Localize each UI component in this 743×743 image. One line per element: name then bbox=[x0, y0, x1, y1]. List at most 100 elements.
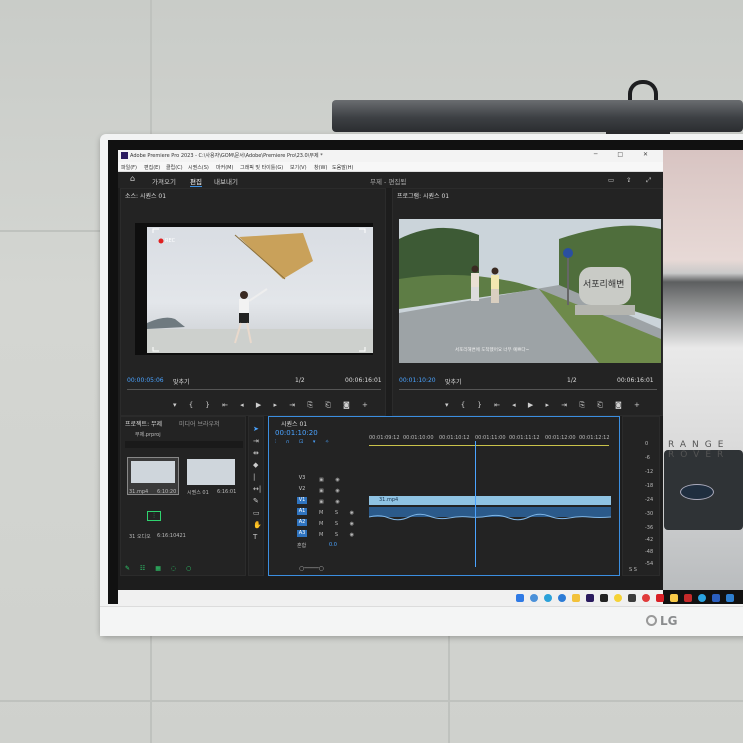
track-controls[interactable]: ▣ ◉ bbox=[319, 477, 345, 483]
work-area-bar[interactable] bbox=[369, 445, 609, 446]
home-icon[interactable]: ⌂ bbox=[130, 174, 135, 183]
tool-icons[interactable]: ➤ ⇥ ⇹ ◆ |↔| ✎ ▭ ✋ T bbox=[253, 423, 262, 543]
source-scrubber[interactable] bbox=[127, 389, 381, 390]
photo-root: { "window": { "title": "Adobe Premiere P… bbox=[0, 0, 743, 743]
timeline-timecode[interactable]: 00:01:10:20 bbox=[275, 429, 318, 437]
project-item-name: 31 오디오 bbox=[129, 534, 151, 540]
track-controls[interactable]: M S ◉ bbox=[319, 521, 359, 527]
menu-bar: 파일(F) 편집(E) 클립(C) 시퀀스(S) 마커(M) 그래픽 및 타이틀… bbox=[118, 162, 663, 172]
meter-tick: -30 bbox=[645, 511, 654, 517]
track-v1[interactable]: V1 bbox=[297, 497, 307, 504]
tab-export[interactable]: 내보내기 bbox=[214, 176, 238, 186]
telegram-icon[interactable] bbox=[698, 594, 706, 602]
tab-import[interactable]: 가져오기 bbox=[152, 176, 176, 186]
monitor-light-bar bbox=[332, 100, 743, 132]
timeline-zoom-slider[interactable]: ○────○ bbox=[299, 565, 324, 572]
playhead[interactable] bbox=[475, 441, 476, 567]
meter-tick: -54 bbox=[645, 561, 654, 567]
windows-taskbar bbox=[118, 590, 663, 606]
timeline-title[interactable]: 시퀀스 01 bbox=[281, 419, 307, 428]
program-transport-controls[interactable]: ▾ { } ⇤ ◂ ▶ ▸ ⇥ ⎘ ⎗ ◙ + bbox=[445, 401, 645, 410]
source-fit-select[interactable]: 맞추기 bbox=[173, 377, 190, 386]
source-timecode[interactable]: 00:00:05:06 bbox=[127, 377, 164, 384]
meter-tick: -24 bbox=[645, 497, 654, 503]
project-item-thumb[interactable] bbox=[187, 459, 235, 485]
master-volume[interactable]: 0.0 bbox=[329, 542, 337, 548]
menu-help[interactable]: 도움말(H) bbox=[332, 164, 353, 171]
track-v3[interactable]: V3 bbox=[297, 475, 307, 482]
menu-marker[interactable]: 마커(M) bbox=[216, 164, 233, 171]
source-monitor-panel: 소스: 시퀀스 01 REC 00:00:05:06 맞추기 1/2 00:06… bbox=[120, 188, 386, 416]
menu-view[interactable]: 보기(V) bbox=[290, 164, 307, 171]
video-clip[interactable]: 31.mp4 bbox=[369, 496, 611, 505]
track-v2[interactable]: V2 bbox=[297, 486, 307, 493]
program-scrubber[interactable] bbox=[399, 389, 657, 390]
edge-icon[interactable] bbox=[544, 594, 552, 602]
meter-footer[interactable]: S S bbox=[629, 567, 637, 573]
app-icon[interactable] bbox=[670, 594, 678, 602]
tab-edit[interactable]: 편집 bbox=[190, 176, 202, 187]
menu-sequence[interactable]: 시퀀스(S) bbox=[188, 164, 209, 171]
project-footer-icons[interactable]: ✎ ☷ ▦ ◌ ○ bbox=[125, 565, 195, 572]
audio-waveform bbox=[368, 513, 612, 521]
track-controls[interactable]: M S ◉ bbox=[319, 510, 359, 516]
netflix-icon[interactable] bbox=[656, 594, 664, 602]
source-zoom-select[interactable]: 1/2 bbox=[295, 377, 305, 384]
project-search-input[interactable] bbox=[125, 441, 243, 448]
media-browser-tab[interactable]: 미디어 브라우저 bbox=[179, 419, 220, 428]
master-track-label: 혼합 bbox=[297, 543, 307, 549]
audio-clip[interactable] bbox=[368, 507, 612, 521]
meter-tick: -18 bbox=[645, 483, 654, 489]
program-video-image bbox=[399, 219, 661, 363]
chrome-icon[interactable] bbox=[558, 594, 566, 602]
lg-logo: LG bbox=[646, 614, 678, 628]
kakaotalk-icon[interactable] bbox=[614, 594, 622, 602]
meter-tick: 0 bbox=[645, 441, 649, 447]
project-file-name: 무제.prproj bbox=[135, 432, 161, 438]
app-icon[interactable] bbox=[726, 594, 734, 602]
menu-clip[interactable]: 클립(C) bbox=[166, 164, 183, 171]
photoshop-icon[interactable] bbox=[586, 594, 594, 602]
meter-tick: -36 bbox=[645, 525, 654, 531]
beach-sign-text: 서포리해변 bbox=[583, 280, 625, 290]
premiere-app-icon bbox=[121, 152, 128, 159]
app-icon[interactable] bbox=[642, 594, 650, 602]
search-icon[interactable] bbox=[530, 594, 538, 602]
car-text: RANGE ROVER bbox=[668, 440, 730, 460]
app-icon[interactable] bbox=[628, 594, 636, 602]
track-a3[interactable]: A3 bbox=[297, 530, 307, 537]
menu-edit[interactable]: 편집(E) bbox=[144, 164, 160, 171]
rec-label: REC bbox=[165, 238, 176, 244]
project-tab[interactable]: 프로젝트: 무제 bbox=[125, 419, 162, 428]
wall-tile-grout bbox=[0, 700, 743, 702]
track-controls[interactable]: M S ◉ bbox=[319, 532, 359, 538]
tools-panel: ➤ ⇥ ⇹ ◆ |↔| ✎ ▭ ✋ T bbox=[248, 416, 264, 576]
track-a1[interactable]: A1 bbox=[297, 508, 307, 515]
workspace-icon[interactable]: ▭ bbox=[608, 176, 614, 184]
timeline-ruler-6: 00:01:12:12 bbox=[579, 435, 610, 441]
premiere-taskbar-icon[interactable] bbox=[684, 594, 692, 602]
windows-start-icon[interactable] bbox=[516, 594, 524, 602]
program-timecode[interactable]: 00:01:10:20 bbox=[399, 377, 436, 384]
fullscreen-icon[interactable]: ⤢ bbox=[646, 176, 651, 185]
timeline-ruler-2: 00:01:10:12 bbox=[439, 435, 470, 441]
project-item-name: 31.mp4 bbox=[129, 489, 149, 495]
folder-icon[interactable] bbox=[572, 594, 580, 602]
audio-waveform-icon[interactable]: ⫶ bbox=[147, 511, 161, 521]
program-zoom-select[interactable]: 1/2 bbox=[567, 377, 577, 384]
track-controls[interactable]: ▣ ◉ bbox=[319, 499, 345, 505]
menu-graphics[interactable]: 그래픽 및 타이틀(G) bbox=[240, 164, 283, 171]
menu-file[interactable]: 파일(F) bbox=[121, 164, 137, 171]
track-controls[interactable]: ▣ ◉ bbox=[319, 488, 345, 494]
source-transport-controls[interactable]: ▾ { } ⇤ ◂ ▶ ▸ ⇥ ⎘ ⎗ ◙ + bbox=[173, 401, 373, 410]
timeline-tools[interactable]: ⫶ ∩ ⊡ ▾ ✧ bbox=[275, 439, 333, 445]
menu-window[interactable]: 창(W) bbox=[314, 164, 327, 171]
timeline-ruler-4: 00:01:11:12 bbox=[509, 435, 540, 441]
source-monitor-title: 소스: 시퀀스 01 bbox=[125, 193, 167, 200]
word-icon[interactable] bbox=[712, 594, 720, 602]
app-icon[interactable] bbox=[600, 594, 608, 602]
share-icon[interactable]: ⇪ bbox=[626, 176, 631, 184]
program-fit-select[interactable]: 맞추기 bbox=[445, 377, 462, 386]
window-controls[interactable]: ─ □ ✕ bbox=[594, 151, 657, 158]
track-a2[interactable]: A2 bbox=[297, 519, 307, 526]
